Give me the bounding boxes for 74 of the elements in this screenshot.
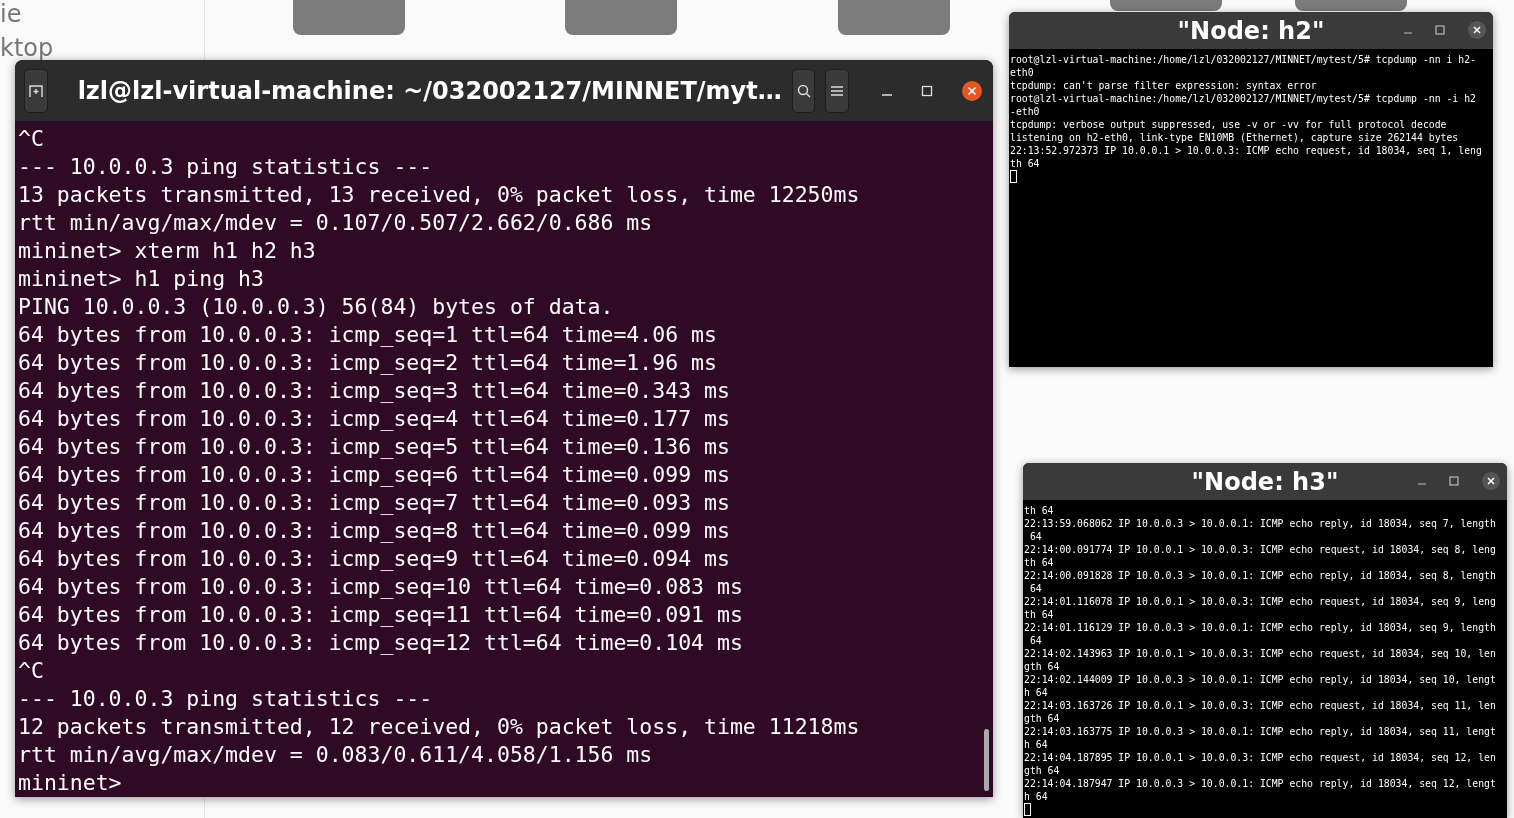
maximize-icon[interactable]: [1435, 25, 1445, 35]
new-tab-icon: [27, 82, 44, 99]
search-button[interactable]: [791, 68, 816, 113]
terminal-line: -eth0: [1010, 105, 1041, 118]
terminal-line: root@lzl-virtual-machine:/home/lzl/032002127/MINNET/mytest/5# tcpdump -nn i h2-: [1010, 53, 1477, 66]
terminal-line: PING 10.0.0.3 (10.0.0.3) 56(84) bytes of data.: [18, 293, 615, 321]
terminal-line: tcpdump: verbose output suppressed, use -v or -vv for full protocol decode: [1010, 118, 1448, 131]
sidebar-item[interactable]: ie: [0, 0, 22, 28]
terminal-line: mininet> h1 ping h3: [18, 265, 265, 293]
terminal-line: mininet> xterm h1 h2 h3: [18, 237, 317, 265]
terminal-line: tcpdump: can't parse filter expression: syntax error: [1010, 79, 1318, 92]
close-icon[interactable]: [1467, 20, 1487, 40]
terminal-line: 64 bytes from 10.0.0.3: icmp_seq=6 ttl=64 time=0.099 ms: [18, 461, 731, 489]
terminal-line: 22:14:03.163775 IP 10.0.0.3 > 10.0.0.1: ICMP echo reply, id 18034, seq 11, lengt: [1024, 725, 1497, 738]
scrollbar-thumb[interactable]: [984, 729, 989, 791]
terminal-line: --- 10.0.0.3 ping statistics ---: [18, 153, 434, 181]
terminal-line: mininet>: [18, 769, 123, 797]
menu-button[interactable]: [825, 68, 849, 113]
terminal-line: gth 64: [1024, 660, 1061, 673]
close-icon[interactable]: [961, 79, 983, 102]
new-tab-button[interactable]: [24, 68, 48, 113]
terminal-line: 22:13:59.068062 IP 10.0.0.3 > 10.0.0.1: ICMP echo reply, id 18034, seq 7, length: [1024, 517, 1497, 530]
terminal-line: 13 packets transmitted, 13 received, 0% packet loss, time 12250ms: [18, 181, 861, 209]
terminal-line: 64 bytes from 10.0.0.3: icmp_seq=7 ttl=64 time=0.093 ms: [18, 489, 731, 517]
terminal-line: 64 bytes from 10.0.0.3: icmp_seq=11 ttl=64 time=0.091 ms: [18, 601, 744, 629]
terminal-line: 22:14:01.116129 IP 10.0.0.3 > 10.0.0.1: ICMP echo reply, id 18034, seq 9, length: [1024, 621, 1497, 634]
terminal-line: h 64: [1024, 738, 1049, 751]
terminal-line: 12 packets transmitted, 12 received, 0% packet loss, time 11218ms: [18, 713, 861, 741]
search-icon: [795, 82, 812, 99]
terminal-line: 64: [1028, 634, 1043, 647]
terminal-line: gth 64: [1024, 712, 1061, 725]
window-title: "Node: h2": [1177, 16, 1325, 45]
terminal-line: 64 bytes from 10.0.0.3: icmp_seq=8 ttl=64 time=0.099 ms: [18, 517, 731, 545]
menu-icon: [830, 84, 845, 97]
terminal-line: 22:14:00.091774 IP 10.0.0.1 > 10.0.0.3: ICMP echo request, id 18034, seq 8, leng: [1024, 543, 1497, 556]
terminal-line: th 64: [1024, 608, 1055, 621]
terminal-line: ^C: [18, 657, 45, 685]
terminal-line: 64 bytes from 10.0.0.3: icmp_seq=2 ttl=64 time=1.96 ms: [18, 349, 718, 377]
terminal-line: --- 10.0.0.3 ping statistics ---: [18, 685, 434, 713]
terminal-line: 22:13:52.972373 IP 10.0.0.1 > 10.0.0.3: ICMP echo request, id 18034, seq 1, leng: [1010, 144, 1483, 157]
terminal-line: 64 bytes from 10.0.0.3: icmp_seq=3 ttl=64 time=0.343 ms: [18, 377, 731, 405]
terminal-line: ^C: [18, 125, 45, 153]
terminal-line: 64 bytes from 10.0.0.3: icmp_seq=12 ttl=64 time=0.104 ms: [18, 629, 744, 657]
terminal-line: gth 64: [1024, 764, 1061, 777]
maximize-icon[interactable]: [1449, 476, 1459, 486]
terminal-line: 64 bytes from 10.0.0.3: icmp_seq=4 ttl=64 time=0.177 ms: [18, 405, 731, 433]
close-icon[interactable]: [1481, 471, 1501, 491]
terminal-line: eth0: [1010, 66, 1035, 79]
terminal-line: th 64: [1024, 556, 1055, 569]
terminal-line: 64 bytes from 10.0.0.3: icmp_seq=9 ttl=64 time=0.094 ms: [18, 545, 731, 573]
terminal-line: 64 bytes from 10.0.0.3: icmp_seq=5 ttl=64 time=0.136 ms: [18, 433, 731, 461]
terminal-line: 22:14:04.187947 IP 10.0.0.3 > 10.0.0.1: ICMP echo reply, id 18034, seq 12, lengt: [1024, 777, 1497, 790]
terminal-line: th 64: [1010, 157, 1041, 170]
terminal-line: 64: [1028, 582, 1043, 595]
terminal-line: 64: [1028, 530, 1043, 543]
terminal-line: rtt min/avg/max/mdev = 0.107/0.507/2.662/0.686 ms: [18, 209, 654, 237]
window-title: "Node: h3": [1191, 467, 1339, 496]
terminal-line: listening on h2-eth0, link-type EN10MB (Ethernet), capture size 262144 bytes: [1010, 131, 1460, 144]
terminal-line: 64 bytes from 10.0.0.3: icmp_seq=10 ttl=64 time=0.083 ms: [18, 573, 744, 601]
terminal-line: 22:14:00.091828 IP 10.0.0.3 > 10.0.0.1: ICMP echo reply, id 18034, seq 8, length: [1024, 569, 1497, 582]
terminal-line: h 64: [1024, 686, 1049, 699]
maximize-icon[interactable]: [921, 84, 933, 97]
terminal-line: 22:14:02.144009 IP 10.0.0.3 > 10.0.0.1: ICMP echo reply, id 18034, seq 10, lengt: [1024, 673, 1497, 686]
terminal-line: 64 bytes from 10.0.0.3: icmp_seq=1 ttl=64 time=4.06 ms: [18, 321, 718, 349]
terminal-line: root@lzl-virtual-machine:/home/lzl/032002127/MINNET/mytest/5# tcpdump -nn -i h2: [1010, 92, 1477, 105]
terminal-line: 22:14:04.187895 IP 10.0.0.1 > 10.0.0.3: ICMP echo request, id 18034, seq 12, len: [1024, 751, 1497, 764]
terminal-line: 22:14:02.143963 IP 10.0.0.1 > 10.0.0.3: ICMP echo request, id 18034, seq 10, len: [1024, 647, 1497, 660]
terminal-line: 22:14:01.116078 IP 10.0.0.1 > 10.0.0.3: ICMP echo request, id 18034, seq 9, leng: [1024, 595, 1497, 608]
terminal-line: 22:14:03.163726 IP 10.0.0.1 > 10.0.0.3: ICMP echo request, id 18034, seq 11, len: [1024, 699, 1497, 712]
sidebar-item[interactable]: ktop: [0, 34, 54, 62]
window-title: lzl@lzl-virtual-machine: ~/032002127/MINNET/myt…: [76, 76, 782, 105]
terminal-line: th 64: [1024, 504, 1055, 517]
terminal-line: rtt min/avg/max/mdev = 0.083/0.611/4.058/1.156 ms: [18, 741, 654, 769]
terminal-line: h 64: [1024, 790, 1049, 803]
